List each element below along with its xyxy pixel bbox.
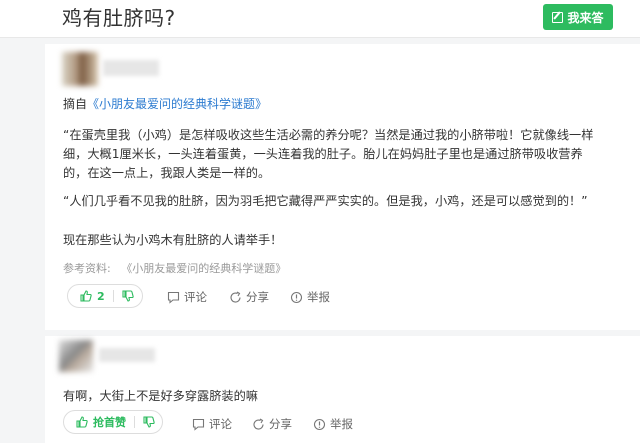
report-button[interactable]: 举报 xyxy=(290,289,330,305)
answer-button-label: 我来答 xyxy=(567,10,604,25)
source-link[interactable]: 《小朋友最爱问的经典科学谜题》 xyxy=(87,97,267,111)
share-label: 分享 xyxy=(246,290,269,304)
avatar[interactable] xyxy=(59,340,93,372)
question-title: 鸡有肚脐吗? xyxy=(62,6,176,30)
source-line: 摘自《小朋友最爱问的经典科学谜题》 xyxy=(63,95,267,112)
report-label: 举报 xyxy=(330,417,353,431)
answer-paragraph-1: “在蛋壳里我（小鸡）是怎样吸收这些生活必需的养分呢？当然是通过我的小脐带啦！它就… xyxy=(63,126,623,183)
downvote-button[interactable] xyxy=(143,416,155,428)
reference-link[interactable]: 《小朋友最爱问的经典科学谜题》 xyxy=(121,262,286,275)
comment-label: 评论 xyxy=(184,290,207,304)
answer-line: 细，大概1厘米长，一头连着蛋黄，一头连着我的肚子。胎儿在妈妈肚子里也是通过脐带吸… xyxy=(63,147,583,161)
comment-icon xyxy=(167,291,180,304)
answer-text: 有啊，大街上不是好多穿露脐装的嘛 xyxy=(63,389,258,403)
report-icon xyxy=(313,418,326,430)
share-icon xyxy=(253,418,264,430)
comment-icon xyxy=(192,418,205,431)
comment-button[interactable]: 评论 xyxy=(167,289,207,305)
top-bar: 鸡有肚脐吗? 我来答 xyxy=(0,0,640,38)
upvote-button[interactable]: 抢首赞 xyxy=(64,414,126,430)
answer-paragraph-2: “人们几乎看不见我的肚脐，因为羽毛把它藏得严严实实的。但是我，小鸡，还是可以感觉… xyxy=(63,194,588,208)
thumbs-up-icon xyxy=(76,416,88,428)
upvote-button[interactable]: 2 xyxy=(68,290,105,303)
answer-card-2: 有啊，大街上不是好多穿露脐装的嘛 抢首赞 评论 分享 举报 xyxy=(45,336,640,443)
share-icon xyxy=(230,291,241,303)
share-button[interactable]: 分享 xyxy=(252,416,292,432)
answer-question-button[interactable]: 我来答 xyxy=(543,4,613,30)
reference-label: 参考资料: xyxy=(63,262,111,275)
vote-divider xyxy=(134,416,135,428)
answer-line: “在蛋壳里我（小鸡）是怎样吸收这些生活必需的养分呢？当然是通过我的小脐带啦！它就… xyxy=(63,128,594,142)
comment-button[interactable]: 评论 xyxy=(192,416,232,432)
thumbs-down-icon xyxy=(122,290,134,302)
source-prefix: 摘自 xyxy=(63,97,88,111)
vote-divider xyxy=(112,290,114,302)
comment-label: 评论 xyxy=(209,417,232,431)
username-blurred[interactable] xyxy=(103,60,159,76)
share-button[interactable]: 分享 xyxy=(229,289,269,305)
username-blurred[interactable] xyxy=(99,348,155,362)
reference-line: 参考资料: 《小朋友最爱问的经典科学谜题》 xyxy=(63,260,286,276)
vote-control: 抢首赞 xyxy=(63,410,163,434)
share-label: 分享 xyxy=(269,417,292,431)
report-icon xyxy=(290,291,303,303)
vote-control: 2 xyxy=(67,284,143,308)
report-button[interactable]: 举报 xyxy=(313,416,353,432)
edit-icon xyxy=(552,11,564,23)
upvote-count: 2 xyxy=(97,289,105,303)
downvote-button[interactable] xyxy=(122,290,134,302)
first-upvote-label: 抢首赞 xyxy=(93,416,126,429)
answer-paragraph-3: 现在那些认为小鸡木有肚脐的人请举手！ xyxy=(63,233,283,247)
thumbs-up-icon xyxy=(80,290,92,302)
answer-card-1: 摘自《小朋友最爱问的经典科学谜题》 “在蛋壳里我（小鸡）是怎样吸收这些生活必需的… xyxy=(45,44,640,330)
thumbs-down-icon xyxy=(143,416,155,428)
avatar[interactable] xyxy=(62,52,98,86)
report-label: 举报 xyxy=(307,290,330,304)
answer-line: 的，在这一点上，我跟人类是一样的。 xyxy=(63,166,271,180)
